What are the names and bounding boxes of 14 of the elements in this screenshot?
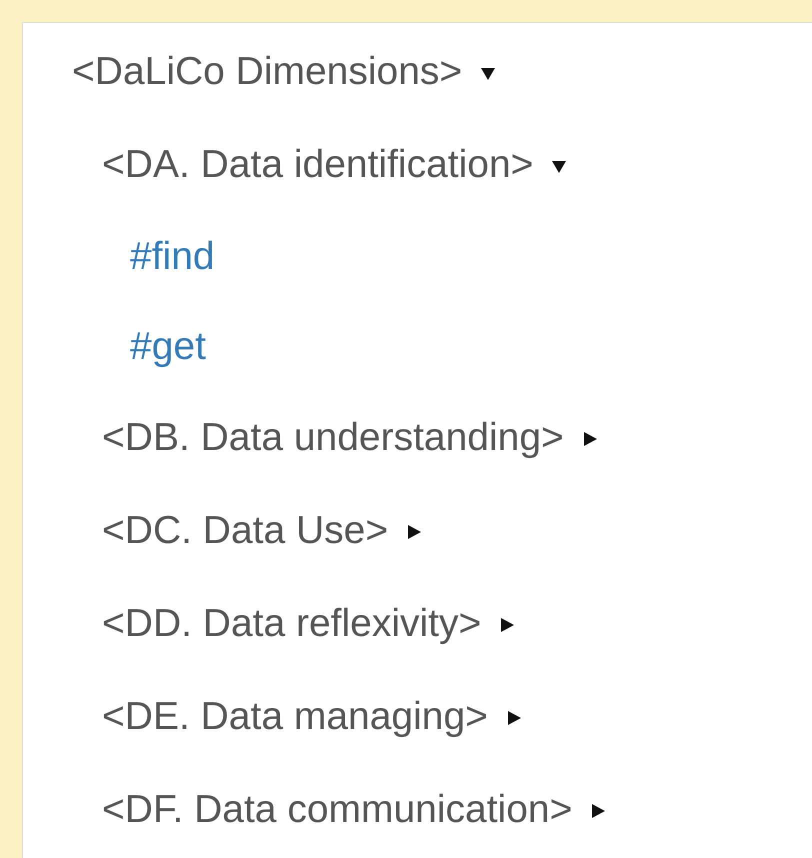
expand-caret-icon[interactable] — [506, 710, 522, 726]
tree-node-label[interactable]: <DB. Data understanding> — [102, 409, 564, 468]
tree-node-label[interactable]: <DD. Data reflexivity> — [102, 595, 482, 654]
tree-node-label[interactable]: <DC. Data Use> — [102, 502, 388, 561]
expand-caret-icon[interactable] — [582, 430, 598, 446]
tree-node-label[interactable]: <DE. Data managing> — [102, 688, 488, 747]
tree-node-label[interactable]: <DF. Data communication> — [102, 781, 572, 840]
expand-caret-icon[interactable] — [499, 616, 516, 632]
tag-link[interactable]: #get — [130, 318, 206, 376]
tree-node-label[interactable]: <DaLiCo Dimensions> — [72, 43, 462, 102]
tree-node-label[interactable]: <DA. Data identification> — [102, 136, 534, 195]
expand-caret-icon[interactable] — [406, 524, 422, 540]
expand-caret-icon[interactable] — [590, 802, 606, 818]
tag-link[interactable]: #find — [130, 228, 215, 286]
